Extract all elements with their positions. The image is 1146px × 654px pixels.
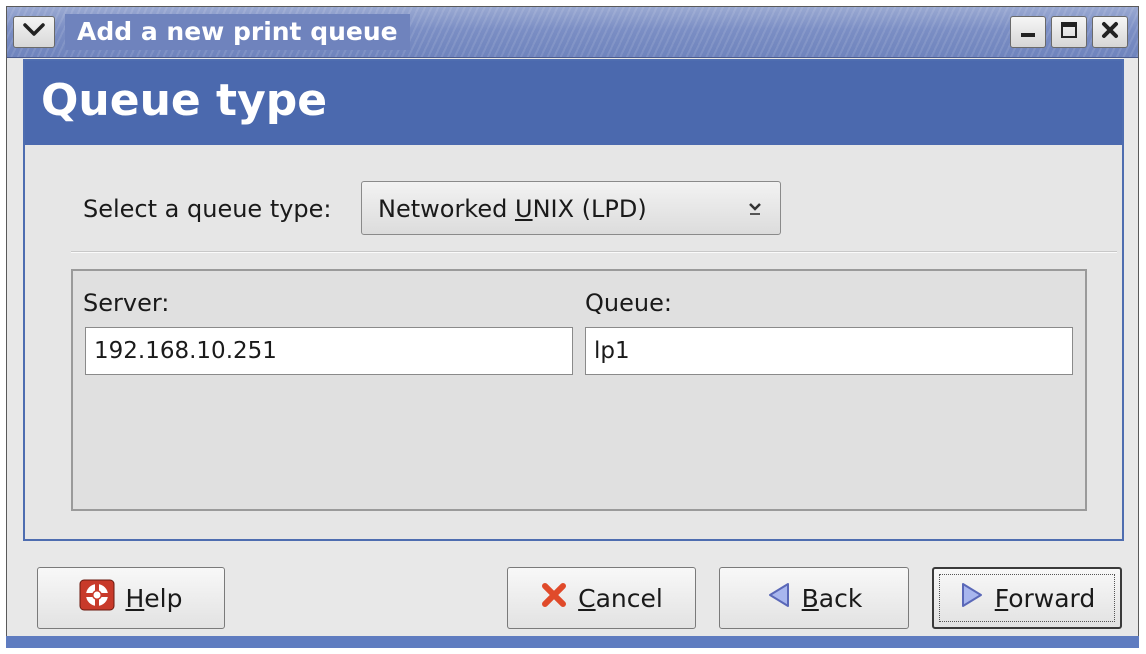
window-bottom-border bbox=[6, 636, 1139, 648]
close-button[interactable] bbox=[1092, 16, 1128, 48]
forward-button[interactable]: Forward bbox=[932, 567, 1122, 629]
queue-label: Queue: bbox=[585, 289, 672, 317]
queue-type-dropdown[interactable]: Networked UNIX (LPD) bbox=[361, 181, 781, 235]
close-icon bbox=[1101, 21, 1119, 43]
separator bbox=[71, 251, 1117, 253]
back-arrow-icon bbox=[766, 581, 792, 615]
queue-input[interactable] bbox=[585, 327, 1073, 375]
lifebuoy-icon bbox=[79, 579, 115, 617]
cancel-button-label: Cancel bbox=[578, 583, 663, 613]
maximize-icon bbox=[1060, 21, 1078, 43]
window-menu-button[interactable] bbox=[13, 16, 55, 48]
queue-type-label: Select a queue type: bbox=[83, 195, 332, 223]
queue-options-panel: Server: Queue: bbox=[71, 269, 1087, 511]
page-title: Queue type bbox=[41, 75, 328, 126]
page-header: Queue type bbox=[25, 61, 1122, 145]
server-input[interactable] bbox=[85, 327, 573, 375]
title-bar[interactable]: Add a new print queue bbox=[7, 7, 1138, 58]
help-button-label: Help bbox=[125, 583, 183, 613]
minimize-icon bbox=[1019, 21, 1037, 43]
server-label: Server: bbox=[83, 289, 170, 317]
dropdown-arrow-icon bbox=[744, 196, 766, 220]
focus-ring bbox=[939, 574, 1115, 622]
dialog-window: Add a new print queue Queue type Select … bbox=[6, 6, 1139, 648]
back-button[interactable]: Back bbox=[719, 567, 909, 629]
maximize-button[interactable] bbox=[1051, 16, 1087, 48]
minimize-button[interactable] bbox=[1010, 16, 1046, 48]
help-button[interactable]: Help bbox=[37, 567, 225, 629]
window-title: Add a new print queue bbox=[65, 14, 410, 50]
queue-type-selected: Networked UNIX (LPD) bbox=[378, 195, 647, 223]
druid-page: Queue type Select a queue type: Networke… bbox=[23, 59, 1124, 541]
back-button-label: Back bbox=[801, 583, 863, 613]
cancel-x-icon bbox=[540, 581, 568, 615]
cancel-button[interactable]: Cancel bbox=[507, 567, 696, 629]
chevron-down-icon bbox=[23, 22, 45, 42]
